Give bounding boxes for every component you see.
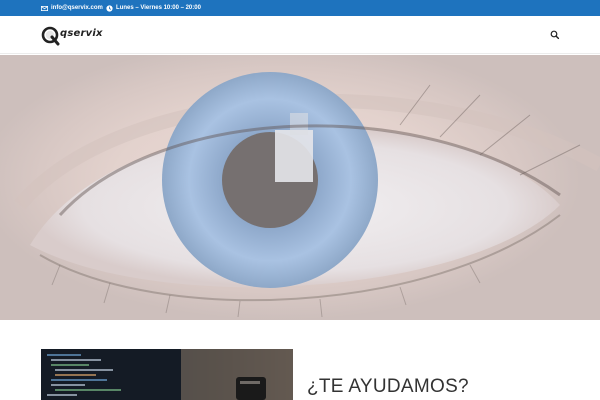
laptop-code-photo: [41, 349, 293, 400]
search-button[interactable]: [549, 28, 561, 40]
hero-eye-image: [0, 55, 600, 320]
contact-email-text: info@qservix.com: [51, 5, 103, 11]
eye-illustration: [14, 72, 600, 318]
section-spacer: [0, 320, 600, 349]
section-title: ¿TE AYUDAMOS?: [307, 376, 469, 397]
opening-hours: Lunes – Viernes 10:00 – 20:00: [106, 0, 201, 16]
code-screen-illustration: [41, 349, 293, 400]
logo-text: qservix: [60, 28, 103, 39]
search-icon: [550, 30, 560, 40]
opening-hours-text: Lunes – Viernes 10:00 – 20:00: [116, 5, 201, 11]
site-header: qservix: [0, 16, 600, 54]
top-info-bar: info@qservix.com Lunes – Viernes 10:00 –…: [0, 0, 600, 16]
site-logo[interactable]: qservix: [41, 26, 131, 46]
logo-q-mark-icon: [41, 26, 60, 46]
clock-icon: [106, 4, 113, 12]
envelope-icon: [41, 5, 48, 11]
contact-email[interactable]: info@qservix.com: [41, 0, 103, 16]
